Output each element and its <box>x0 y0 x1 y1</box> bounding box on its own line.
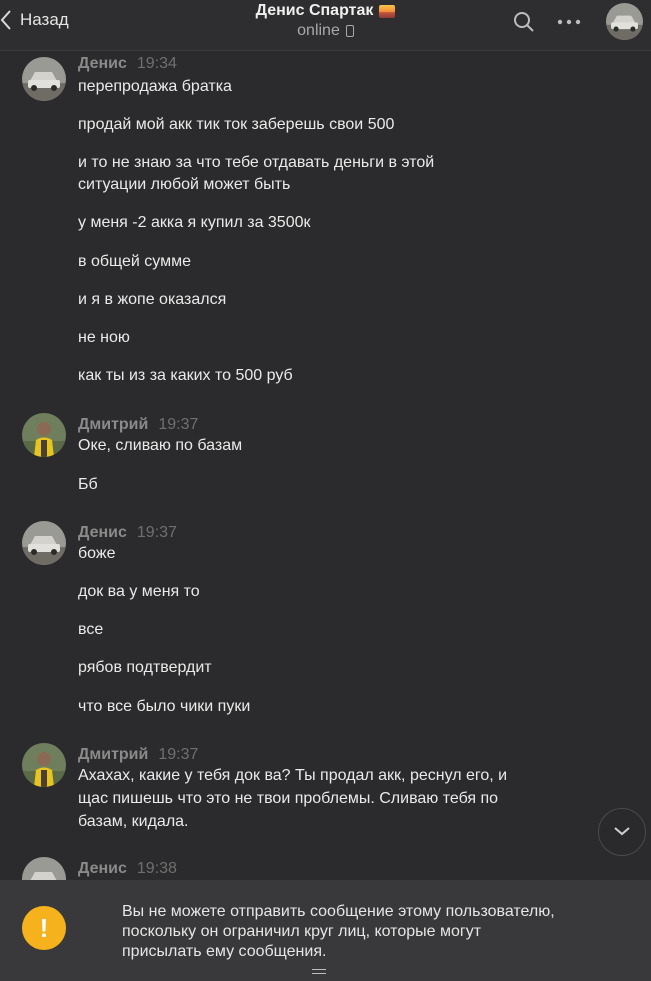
message-time: 19:34 <box>136 55 177 72</box>
avatar[interactable] <box>22 57 66 101</box>
avatar[interactable] <box>22 413 66 457</box>
message-text: Ахахах, какие у тебя док ва? Ты продал а… <box>78 767 508 784</box>
message-text: перепродажа братка <box>78 78 232 95</box>
chat-title[interactable]: Денис Спартак <box>256 2 396 20</box>
author-name[interactable]: Денис <box>78 524 127 541</box>
online-status-text: online <box>297 22 340 39</box>
message-text: как ты из за каких то 500 руб <box>78 367 293 384</box>
message-text: и я в жопе оказался <box>78 291 227 308</box>
online-status: online <box>297 22 354 40</box>
author-name[interactable]: Денис <box>78 55 127 72</box>
restriction-line: поскольку он ограничил круг лиц, которые… <box>122 923 482 940</box>
author-name[interactable]: Дмитрий <box>78 746 148 763</box>
chat-header: Назад Денис Спартак online <box>0 0 651 51</box>
author-name[interactable]: Денис <box>78 860 127 877</box>
sunset-emoji-icon <box>379 4 396 18</box>
message-text: Бб <box>78 476 98 493</box>
message-header: Денис 19:38 <box>78 860 177 878</box>
search-icon[interactable] <box>512 10 536 39</box>
mobile-phone-icon <box>345 25 354 37</box>
message-header: Денис 19:34 <box>78 55 177 73</box>
message-text: док ва у меня то <box>78 583 200 600</box>
avatar[interactable] <box>22 521 66 565</box>
back-button[interactable]: Назад <box>0 8 69 32</box>
message-text: ситуации любой может быть <box>78 176 291 193</box>
author-name[interactable]: Дмитрий <box>78 416 148 433</box>
message-header: Денис 19:37 <box>78 524 177 542</box>
message-text: Оке, сливаю по базам <box>78 437 243 454</box>
message-text: не ною <box>78 329 130 346</box>
message-text: у меня -2 акка я купил за 3500к <box>78 214 311 231</box>
message-text: в общей сумме <box>78 253 191 270</box>
scroll-to-bottom-button[interactable] <box>598 808 646 856</box>
exclamation-icon: ! <box>22 906 66 950</box>
message-text: что все было чики пуки <box>78 698 251 715</box>
chat-title-text: Денис Спартак <box>255 2 374 19</box>
message-text: продай мой акк тик ток заберешь свои 500 <box>78 116 395 133</box>
message-time: 19:38 <box>136 860 177 877</box>
restriction-line: присылать ему сообщения. <box>122 943 327 960</box>
message-time: 19:37 <box>158 746 199 763</box>
chevron-down-icon <box>613 823 631 841</box>
message-text: боже <box>78 545 116 562</box>
more-options-icon[interactable] <box>556 10 582 39</box>
avatar[interactable] <box>22 743 66 787</box>
avatar[interactable] <box>22 857 66 880</box>
header-avatar[interactable] <box>606 3 643 40</box>
message-text: щас пишешь что это не твои проблемы. Сли… <box>78 790 499 807</box>
restriction-message: Вы не можете отправить сообщение этому п… <box>122 902 622 962</box>
message-time: 19:37 <box>158 416 199 433</box>
back-label: Назад <box>20 10 69 29</box>
message-text: базам, кидала. <box>78 813 189 830</box>
message-text: и то не знаю за что тебе отдавать деньги… <box>78 154 435 171</box>
message-text: рябов подтвердит <box>78 659 212 676</box>
message-text: все <box>78 621 104 638</box>
chevron-left-icon <box>0 9 12 31</box>
message-header: Дмитрий 19:37 <box>78 416 198 434</box>
drag-handle-icon[interactable] <box>312 969 326 975</box>
message-header: Дмитрий 19:37 <box>78 746 198 764</box>
message-time: 19:37 <box>136 524 177 541</box>
restriction-line: Вы не можете отправить сообщение этому п… <box>122 903 555 920</box>
message-list[interactable]: Денис 19:34 перепродажа братка продай мой… <box>0 51 651 880</box>
